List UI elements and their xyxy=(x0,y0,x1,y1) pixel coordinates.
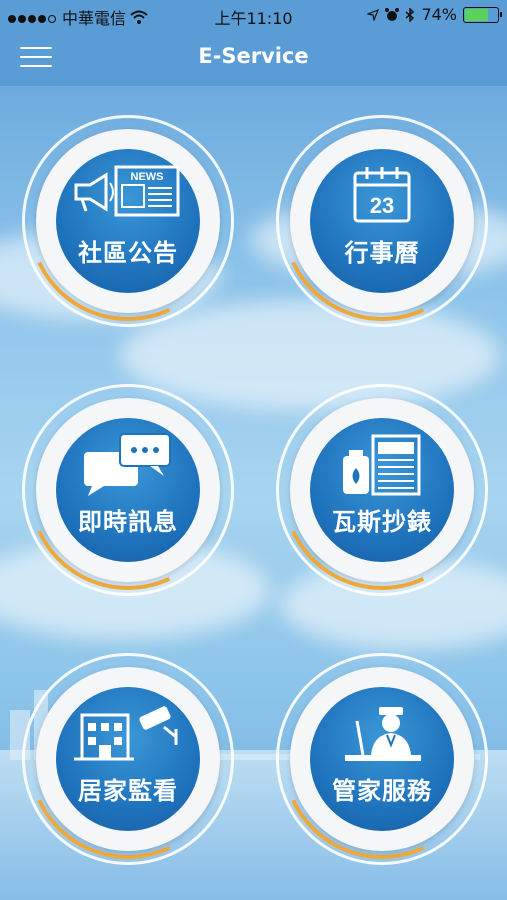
tile-label: 社區公告 xyxy=(78,239,178,267)
page-title: E-Service xyxy=(198,44,309,68)
battery-fill xyxy=(465,8,488,21)
tile-label: 居家監看 xyxy=(78,777,178,805)
tile-label: 瓦斯抄錶 xyxy=(332,508,432,536)
security-camera-icon xyxy=(74,706,178,761)
alarm-clock-icon xyxy=(385,7,400,21)
tile-gas-meter[interactable]: 瓦斯抄錶 xyxy=(253,361,507,619)
location-arrow-icon xyxy=(367,8,380,21)
calendar-day: 23 xyxy=(370,193,394,218)
battery-icon xyxy=(463,6,502,23)
bluetooth-icon xyxy=(405,7,415,22)
battery-percent: 74% xyxy=(421,5,457,24)
gas-meter-icon xyxy=(343,434,421,496)
tile-calendar[interactable]: 23 行事曆 xyxy=(253,92,507,350)
status-bar: 中華電信 上午11:10 74% xyxy=(0,0,507,30)
megaphone-news-icon: NEWS xyxy=(74,165,180,217)
tile-home-monitoring[interactable]: 居家監看 xyxy=(0,630,257,888)
tile-instant-message[interactable]: 即時訊息 xyxy=(0,361,257,619)
tile-concierge-service[interactable]: 管家服務 xyxy=(253,630,507,888)
tile-community-announcement[interactable]: NEWS 社區公告 xyxy=(0,92,257,350)
concierge-icon xyxy=(345,707,421,761)
tile-label: 即時訊息 xyxy=(78,508,178,536)
tile-label: 管家服務 xyxy=(332,777,432,805)
tile-label: 行事曆 xyxy=(344,239,420,267)
calendar-icon: 23 xyxy=(353,167,411,223)
chat-bubbles-icon xyxy=(84,433,171,496)
nav-bar: E-Service xyxy=(0,30,507,86)
news-text: NEWS xyxy=(131,171,164,183)
